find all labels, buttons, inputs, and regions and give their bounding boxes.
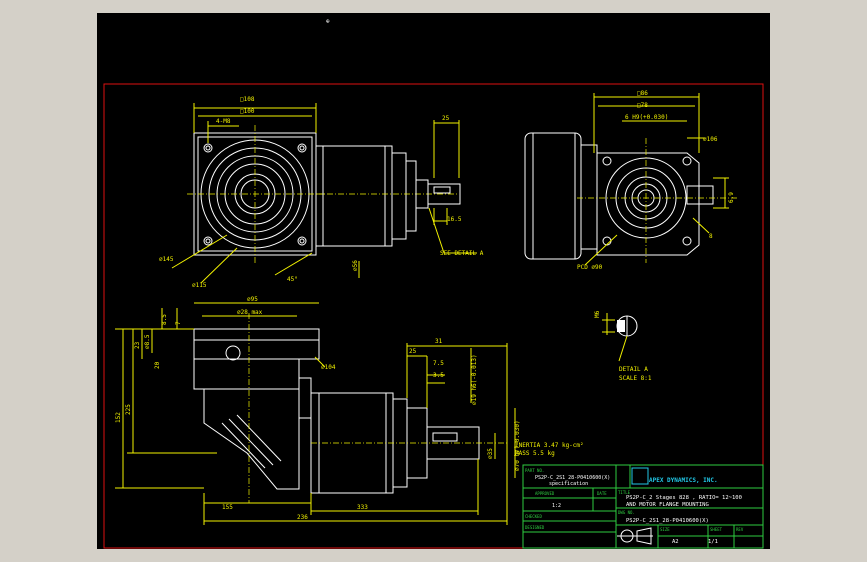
dim-8-5: 8.5 xyxy=(161,314,168,325)
dim-8: 8 xyxy=(709,233,713,240)
dim-225: 225 xyxy=(125,404,132,415)
dim-dia-115: ⌀115 xyxy=(192,282,207,289)
dim-dia-104: ⌀104 xyxy=(321,364,336,371)
dim-shaft-25: 25 xyxy=(442,115,450,122)
title-block: APEX DYNAMICS, INC. PART NO. PS2P-C_2S1_… xyxy=(522,464,764,549)
spec-label: specification xyxy=(549,481,588,487)
dim-square-100: □100 xyxy=(240,108,255,115)
title-line-2: AND MOTOR FLANGE MOUNTING xyxy=(626,502,709,508)
dim-4-m8: 4-M8 xyxy=(216,118,231,125)
checked-label: CHECKED xyxy=(525,514,542,519)
top-right-view: □86 □78 6 H9(+0.030) ⌀106 PCD ⌀90 8 6.9 xyxy=(524,90,737,271)
detail-a: M6 DETAIL A SCALE 8:1 xyxy=(594,310,652,382)
size-label: SIZE xyxy=(660,527,670,532)
dim-angle-45: 45° xyxy=(287,276,298,283)
dim-7-5: 7.5 xyxy=(433,360,444,367)
dim-shaft-16-5: 16.5 xyxy=(447,216,462,223)
dim-square-78: □78 xyxy=(637,102,648,109)
designed-label: DESIGNED xyxy=(525,525,545,530)
dim-dia-145: ⌀145 xyxy=(159,256,174,263)
dim-25: 25 xyxy=(409,348,417,355)
sheet-label: SHEET xyxy=(710,527,723,532)
part-no-label: PART NO. xyxy=(525,468,544,473)
dim-152: 152 xyxy=(115,412,122,423)
note-inertia: INERTIA 3.47 kg-cm² xyxy=(515,442,584,449)
dim-dia-19: ⌀19 h6(-0.013) xyxy=(471,354,478,405)
approved-label: APPROVED xyxy=(535,491,555,496)
cad-drawing-canvas[interactable]: ⊕ □108 □100 4-M8 ⌀145 ⌀115 45° ⌀56 25 16… xyxy=(97,13,770,549)
rev-label: REV xyxy=(736,527,744,532)
dim-keyway-6: 6 H9(+0.030) xyxy=(625,114,668,121)
dim-20: 20 xyxy=(154,361,161,369)
dim-6-9: 6.9 xyxy=(728,192,735,203)
front-view: ⌀95 ⌀28 max 8.5 7 23 ⌀8.5 20 ⌀104 225 15… xyxy=(115,296,521,525)
scale-value: 1:2 xyxy=(552,503,561,509)
dim-dia-35: ⌀35 xyxy=(487,448,494,459)
dim-23: 23 xyxy=(134,341,141,349)
company-name: APEX DYNAMICS, INC. xyxy=(649,477,718,484)
dim-155: 155 xyxy=(222,504,233,511)
drawing-svg: ⊕ □108 □100 4-M8 ⌀145 ⌀115 45° ⌀56 25 16… xyxy=(103,18,764,549)
dim-333: 333 xyxy=(357,504,368,511)
dim-square-86: □86 xyxy=(637,90,648,97)
title-line-1: PS2P-C_2 Stages 828 , RATIO= 12~100 xyxy=(626,495,742,501)
center-mark: ⊕ xyxy=(326,18,330,25)
dim-7: 7 xyxy=(175,321,182,325)
dim-236: 236 xyxy=(297,514,308,521)
size-value: A2 xyxy=(672,539,679,545)
dim-square-108: □108 xyxy=(240,96,255,103)
dim-31: 31 xyxy=(435,338,443,345)
detail-a-dim: M6 xyxy=(594,310,601,318)
see-detail-a: SEE DETAIL A xyxy=(440,250,484,257)
company-logo-icon xyxy=(631,467,649,485)
dim-dia-56: ⌀56 xyxy=(352,260,359,271)
dim-dia-28-max: ⌀28 max xyxy=(237,309,263,316)
dwg-no: PS2P-C_2S1_28-P0410600(X) xyxy=(626,518,709,524)
dim-dia-95: ⌀95 xyxy=(247,296,258,303)
top-left-view: □108 □100 4-M8 ⌀145 ⌀115 45° ⌀56 25 16.5… xyxy=(159,96,484,289)
dim-pcd-90: PCD ⌀90 xyxy=(577,264,603,271)
date-label: DATE xyxy=(597,491,607,496)
note-mass: MASS 5.5 kg xyxy=(515,450,555,457)
detail-a-label: DETAIL A xyxy=(619,366,648,373)
dim-3-5: 3.5 xyxy=(433,372,444,379)
detail-a-scale: SCALE 8:1 xyxy=(619,375,652,382)
sheet-value: 1/1 xyxy=(708,539,718,545)
dim-dia-106: ⌀106 xyxy=(703,136,718,143)
dim-dia-8-5: ⌀8.5 xyxy=(144,334,151,349)
dwg-no-label: DWG NO. xyxy=(618,510,635,515)
